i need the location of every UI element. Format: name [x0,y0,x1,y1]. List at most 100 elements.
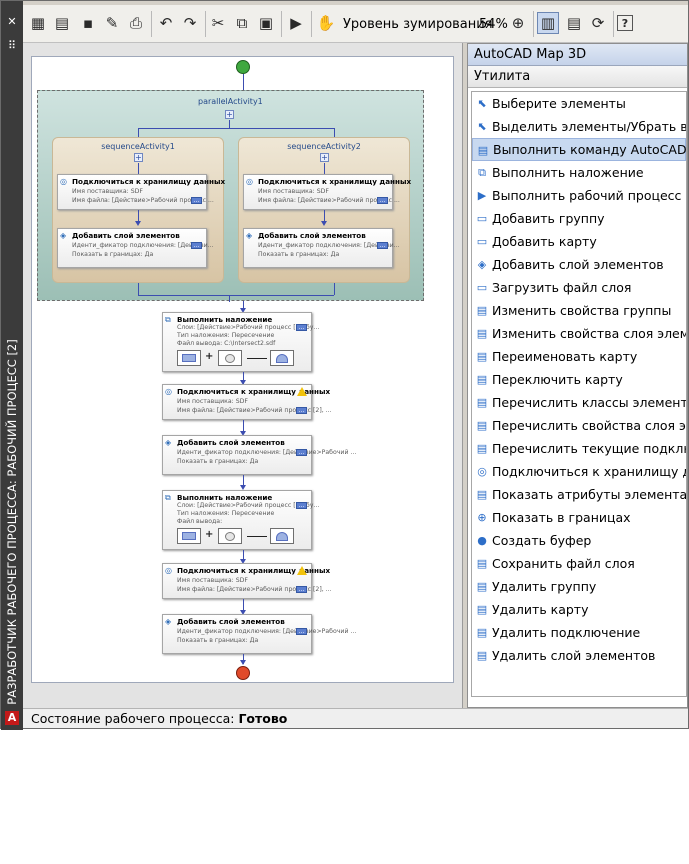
activity-item[interactable]: ▭ Добавить карту [472,230,686,253]
add-layer-activity[interactable]: ◈ Добавить слой элементов Иденти_фикатор… [162,614,356,654]
activity-item[interactable]: ⊕ Показать в границах [472,506,686,529]
close-icon[interactable]: ✕ [1,15,23,29]
panel-category[interactable]: Утилита [468,66,687,88]
pan-icon[interactable]: ✋ [315,12,337,34]
workflow-canvas-frame: parallelActivity1 + sequenceActivity1 + … [23,43,463,708]
expand-icon[interactable]: + [134,153,143,162]
switch-map-icon: ▤ [476,373,488,386]
activity-item[interactable]: ▤ Перечислить текущие подключения [472,437,686,460]
activity-item-label: Выделить элементы/Убрать выделение [492,119,687,134]
run-workflow-icon[interactable]: ▶ [285,12,307,34]
activity-item-label: Сохранить файл слоя [492,556,635,571]
activity-item[interactable]: ⬉ Выделить элементы/Убрать выделение [472,115,686,138]
zoom-value: 54% [479,17,508,32]
overlay-activity[interactable]: ⧉ Выполнить наложение Слои: [Действие>Ра… [162,312,319,372]
activity-item[interactable]: ▭ Добавить группу [472,207,686,230]
redo-icon[interactable]: ↷ [179,12,201,34]
activity-item[interactable]: ▤ Переименовать карту [472,345,686,368]
browse-button[interactable]: … [296,324,307,331]
add-layer-activity[interactable]: ◈ Добавить слой элементов Иденти_фикатор… [162,435,356,475]
add-layer-icon: ◈ [477,258,487,271]
activity-list[interactable]: ⬉ Выберите элементы ⬉ Выделить элементы/Убр… [471,91,687,697]
connect-activity[interactable]: ◎ Подключиться к хранилищу данных Имя по… [162,563,332,599]
layout-icon[interactable]: ▤ [563,12,585,34]
panel-title: AutoCAD Map 3D [468,44,687,66]
connect-activity[interactable]: ◎ Подключиться к хранилищу данных Имя по… [243,174,411,210]
expand-icon[interactable]: + [225,110,234,119]
delete-group-icon: ▤ [476,580,488,593]
undo-icon[interactable]: ↶ [155,12,177,34]
add-layer-activity[interactable]: ◈ Добавить слой элементов Иденти_фикатор… [243,228,400,268]
activity-item[interactable]: ▤ Перечислить свойства слоя элементов [472,414,686,437]
open-workflow-icon[interactable]: ▤ [51,12,73,34]
print-icon[interactable]: ⎙ [125,12,147,34]
workflow-start-icon [236,60,250,74]
browse-button[interactable]: … [296,449,307,456]
delete-layer-icon: ▤ [476,649,488,662]
cut-icon[interactable]: ✂ [207,12,229,34]
activity-item[interactable]: ▤ Изменить свойства группы [472,299,686,322]
select-features-icon: ⬉ [477,97,487,110]
activity-item[interactable]: ▤ Перечислить классы элементов [472,391,686,414]
overlay-activity[interactable]: ⧉ Выполнить наложение Слои: [Действие>Ра… [162,490,319,550]
save-icon[interactable]: ▪ [77,12,99,34]
activity-item[interactable]: ▤ Переключить карту [472,368,686,391]
workflow-canvas[interactable]: parallelActivity1 + sequenceActivity1 + … [31,56,454,683]
activity-item[interactable]: ▶ Выполнить рабочий процесс [472,184,686,207]
parallel-activity[interactable]: parallelActivity1 + sequenceActivity1 + … [37,90,424,302]
activity-item-label: Перечислить свойства слоя элементов [492,418,686,433]
browse-button[interactable]: … [296,407,307,414]
activity-item[interactable]: ▤ Удалить подключение [472,621,686,644]
rename-map-icon: ▤ [476,350,488,363]
browse-button[interactable]: … [296,502,307,509]
activity-item[interactable]: ⧉ Выполнить наложение [472,161,686,184]
activity-item[interactable]: ▭ Загрузить файл слоя [472,276,686,299]
refresh-icon[interactable]: ⟳ [587,12,609,34]
add-layer-icon: ◈ [60,231,67,240]
browse-button[interactable]: … [296,628,307,635]
expand-icon[interactable]: + [320,153,329,162]
sequence-activity-1[interactable]: sequenceActivity1 + ◎ Подключиться к хра… [52,137,225,283]
side-title-bar: ✕ ⠿ РАЗРАБОТЧИК РАБОЧЕГО ПРОЦЕССА: РАБОЧ… [1,1,23,730]
paste-icon[interactable]: ▣ [255,12,277,34]
status-bar: Состояние рабочего процесса: Готово [23,708,688,728]
run-workflow-icon: ▶ [477,189,487,202]
add-map-icon: ▭ [476,235,488,248]
connect-activity[interactable]: ◎ Подключиться к хранилищу данных Имя по… [57,174,225,210]
activity-item[interactable]: ◎ Подключиться к хранилищу данных [472,460,686,483]
activity-item[interactable]: ▤ Показать атрибуты элемента [472,483,686,506]
activities-panel: AutoCAD Map 3D Утилита ⬉ Выберите элемент… [467,43,688,708]
connect-store-icon: ◎ [60,177,67,186]
activity-item[interactable]: ▤ Сохранить файл слоя [472,552,686,575]
activity-item[interactable]: ▤ Изменить свойства слоя элементов [472,322,686,345]
add-layer-activity[interactable]: ◈ Добавить слой элементов Иденти_фикатор… [57,228,214,268]
browse-button[interactable]: … [377,197,388,204]
layer-icon [218,350,242,366]
activity-item[interactable]: ⬉ Выберите элементы [472,92,686,115]
toggle-panel-icon[interactable]: ▥ [537,12,559,34]
zoom-icon[interactable]: ⊕ [507,12,529,34]
browse-button[interactable]: … [377,242,388,249]
connect-store-icon: ◎ [477,465,487,478]
activity-item-label: Выполнить команду AutoCAD [493,142,687,157]
warning-icon [297,566,307,575]
activity-item-label: Переименовать карту [492,349,638,364]
status-value: Готово [238,711,288,726]
copy-icon[interactable]: ⧉ [231,12,253,34]
help-icon[interactable]: ? [617,15,633,31]
save-as-icon[interactable]: ✎ [101,12,123,34]
activity-item[interactable]: ▤ Удалить слой элементов [472,644,686,667]
menu-icon[interactable]: ⠿ [1,39,23,53]
activity-item[interactable]: ▤ Выполнить команду AutoCAD [472,138,686,161]
browse-button[interactable]: … [296,586,307,593]
new-workflow-icon[interactable]: ▦ [27,12,49,34]
activity-item[interactable]: ● Создать буфер [472,529,686,552]
browse-button[interactable]: … [191,197,202,204]
activity-item[interactable]: ▤ Удалить группу [472,575,686,598]
activity-item-label: Удалить подключение [492,625,641,640]
connect-activity[interactable]: ◎ Подключиться к хранилищу данных Имя по… [162,384,332,420]
activity-item[interactable]: ▤ Удалить карту [472,598,686,621]
activity-item[interactable]: ◈ Добавить слой элементов [472,253,686,276]
sequence-activity-2[interactable]: sequenceActivity2 + ◎ Подключиться к хра… [238,137,411,283]
browse-button[interactable]: … [191,242,202,249]
